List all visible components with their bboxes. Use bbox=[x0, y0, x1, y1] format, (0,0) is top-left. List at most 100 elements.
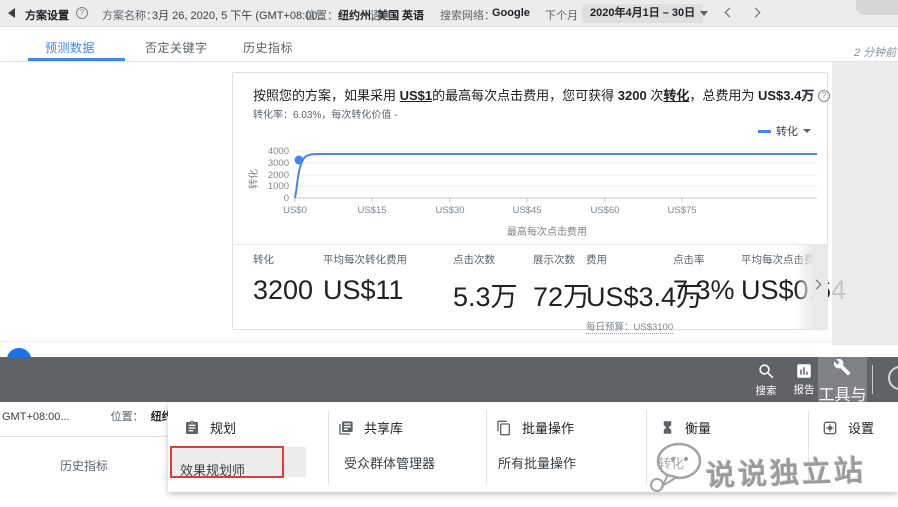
menu-column-divider bbox=[646, 410, 647, 484]
menu-header-bulk-actions: 批量操作 bbox=[496, 418, 574, 437]
menu-header-label: 设置 bbox=[848, 421, 875, 436]
saved-ago-status: 2 分钟前 bbox=[854, 47, 897, 59]
menu-column-divider bbox=[808, 410, 809, 484]
metric-avg-cpc: 平均每次点击费用 US$0.64 bbox=[741, 252, 846, 306]
info-icon[interactable]: ? bbox=[76, 7, 88, 19]
tab-historical-metrics-underlay[interactable]: 历史指标 bbox=[60, 457, 108, 474]
menu-header-settings: 设置 bbox=[822, 418, 874, 437]
metric-value: US$11 bbox=[323, 275, 404, 305]
window-corner-fragment bbox=[856, 0, 898, 15]
x-tick: US$60 bbox=[590, 205, 619, 216]
headline-text: ，总费用为 bbox=[689, 88, 758, 103]
metric-label: 平均每次点击费用 bbox=[741, 254, 825, 266]
menu-item-conversions[interactable]: 转化 bbox=[658, 453, 684, 472]
search-icon bbox=[758, 364, 773, 379]
metrics-scroll-fade bbox=[795, 245, 828, 330]
metric-label: 转化 bbox=[253, 254, 274, 266]
wrench-icon bbox=[833, 358, 851, 376]
y-tick: 1000 bbox=[268, 181, 289, 192]
menu-header-shared-library: 共享库 bbox=[338, 418, 403, 437]
menu-item-all-bulk-actions[interactable]: 所有批量操作 bbox=[498, 453, 576, 472]
date-dropdown-caret-icon[interactable] bbox=[700, 11, 708, 16]
series-color-dash bbox=[758, 129, 771, 133]
tab-negative-keywords[interactable]: 否定关键字 bbox=[145, 39, 208, 56]
google-ads-keyword-plan-page: 方案设置 ? 方案名称： 3月 26, 2020, 5 下午 (GMT+08:0… bbox=[0, 0, 898, 507]
forecast-chart-svg: 4000 3000 2000 1000 0 US$0 US$15 US$30 U… bbox=[247, 146, 817, 238]
daily-budget-link[interactable]: 每日预算：US$3100 bbox=[586, 319, 674, 334]
x-tick: US$45 bbox=[512, 205, 541, 216]
plan-point-marker[interactable] bbox=[294, 155, 304, 165]
date-range-value: 2020年4月1日 – 30日 bbox=[590, 7, 696, 19]
bulk-copy-icon bbox=[497, 420, 510, 435]
conversions-line bbox=[294, 153, 817, 199]
y-tick: 3000 bbox=[268, 158, 289, 169]
y-tick: 0 bbox=[284, 193, 289, 204]
next-period-icon[interactable] bbox=[750, 7, 761, 18]
back-icon bbox=[8, 8, 15, 18]
chart-metric-dropdown[interactable]: 转化 bbox=[758, 123, 811, 139]
menu-item-performance-planner[interactable]: 效果规划师 bbox=[180, 460, 245, 479]
location-label-fragment: 位置： bbox=[110, 411, 144, 423]
search-label: 搜索 bbox=[755, 385, 777, 397]
menu-header-measurement: 衡量 bbox=[660, 418, 711, 437]
reports-label: 报告 bbox=[793, 384, 815, 396]
screenshot-seam bbox=[0, 341, 898, 342]
metric-avg-cpa: 平均每次转化费用 US$11 bbox=[323, 252, 407, 306]
search-button[interactable]: 搜索 bbox=[748, 357, 784, 402]
headline-text: 次 bbox=[646, 88, 664, 103]
forecast-headline: 按照您的方案，如果采用 US$1的最高每次点击费用，您可获得 3200 次转化，… bbox=[253, 85, 830, 104]
top-app-toolbar: 搜索 报告 工具与 设置 bbox=[0, 357, 898, 428]
metric-value-clipped: 4 bbox=[831, 275, 847, 305]
back-button[interactable] bbox=[8, 8, 15, 18]
x-axis-label: 最高每次点击费用 bbox=[507, 225, 587, 238]
language-label: 语言： bbox=[370, 10, 403, 22]
forecast-card: 按照您的方案，如果采用 US$1的最高每次点击费用，您可获得 3200 次转化，… bbox=[232, 72, 846, 334]
menu-item-audience-manager[interactable]: 受众群体管理器 bbox=[344, 453, 435, 472]
date-range-selector[interactable]: 2020年4月1日 – 30日 bbox=[582, 4, 704, 23]
metric-ctr: 点击率 7.3% bbox=[673, 252, 735, 306]
metric-impressions: 展示次数 72万 bbox=[533, 252, 590, 314]
reports-button[interactable]: 报告 bbox=[786, 357, 822, 402]
menu-header-label: 规划 bbox=[210, 421, 237, 436]
headline-text: 按照您的方案，如果采用 bbox=[253, 88, 400, 103]
headline-text: 的最高每次点击费用，您可获得 bbox=[432, 88, 618, 103]
metric-value: 5.3万 bbox=[453, 282, 518, 312]
tab-forecast[interactable]: 预测数据 bbox=[45, 39, 95, 56]
metric-conversions: 转化 3200 bbox=[253, 252, 313, 306]
prev-period-icon[interactable] bbox=[724, 7, 735, 18]
headline-conversion-term[interactable]: 转化 bbox=[663, 88, 689, 103]
tools-settings-button[interactable]: 工具与 设置 bbox=[818, 357, 867, 428]
x-tick: US$75 bbox=[667, 205, 696, 216]
tools-settings-menu: 规划 共享库 批量操作 衡量 设置 效果规划师 受众群体管理器 所有批量操作 转… bbox=[168, 402, 898, 492]
metric-label: 展示次数 bbox=[533, 254, 575, 266]
hourglass-icon bbox=[663, 421, 672, 434]
shared-library-icon bbox=[339, 420, 353, 435]
plan-name-value[interactable]: 3月 26, 2020, 5 下午 (GMT+08:00.. bbox=[152, 7, 324, 23]
tab-historical-metrics[interactable]: 历史指标 bbox=[243, 39, 293, 56]
chart-metric-label: 转化 bbox=[776, 126, 798, 138]
y-axis-label: 转化 bbox=[247, 169, 260, 189]
location-label: 位置： bbox=[305, 10, 338, 22]
gmt-fragment: GMT+08:00... bbox=[2, 411, 70, 423]
forecast-chart: 4000 3000 2000 1000 0 US$0 US$15 US$30 U… bbox=[247, 139, 823, 248]
menu-column-divider bbox=[486, 410, 487, 484]
y-tick: 4000 bbox=[268, 146, 289, 157]
menu-column-divider bbox=[328, 410, 329, 484]
language-value[interactable]: 英语 bbox=[402, 7, 424, 23]
headline-max-cpc[interactable]: US$1 bbox=[400, 88, 433, 103]
active-tab-underline bbox=[28, 58, 125, 61]
menu-header-label: 衡量 bbox=[685, 421, 712, 436]
settings-gear-icon bbox=[823, 421, 837, 434]
headline-help-icon[interactable]: ? bbox=[817, 90, 830, 102]
plan-settings-title: 方案设置 bbox=[25, 10, 69, 22]
y-tick: 2000 bbox=[268, 170, 289, 181]
toolbar-divider bbox=[872, 365, 873, 394]
metric-label: 点击次数 bbox=[453, 254, 495, 266]
metric-clicks: 点击次数 5.3万 bbox=[453, 252, 518, 314]
planning-clipboard-icon bbox=[186, 420, 198, 434]
network-label: 搜索网络： bbox=[440, 10, 495, 22]
network-value[interactable]: Google bbox=[492, 7, 530, 19]
plan-name-label: 方案名称： bbox=[102, 10, 157, 22]
menu-header-label: 共享库 bbox=[364, 421, 404, 436]
next-month-label: 下个月 bbox=[545, 10, 578, 22]
